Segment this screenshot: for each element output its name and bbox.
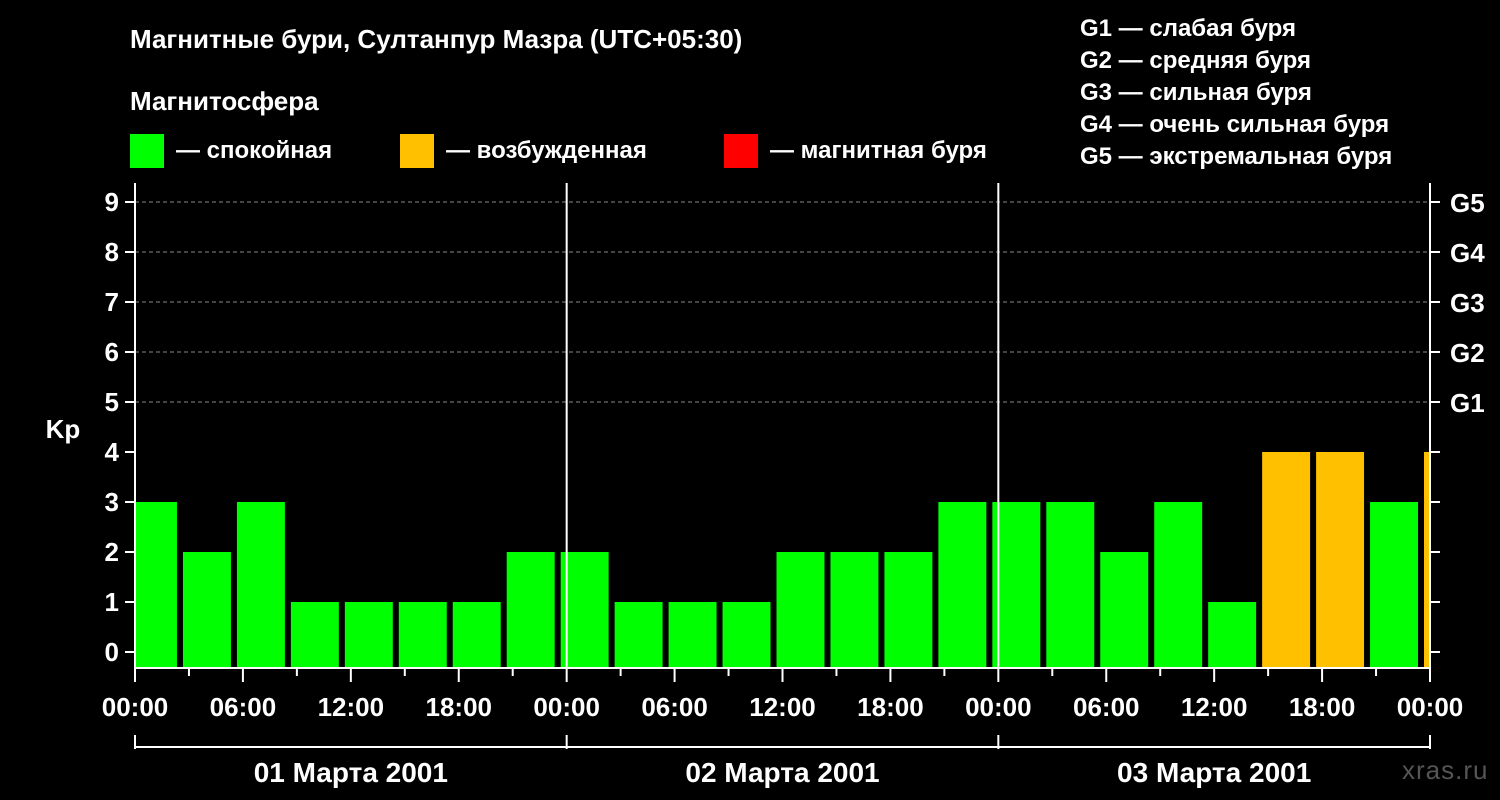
kp-bar [1046, 502, 1095, 668]
g-level-label: G1 [1450, 388, 1485, 418]
x-tick-label: 18:00 [857, 692, 924, 722]
kp-bar [722, 602, 771, 668]
kp-bar [830, 552, 879, 668]
kp-bar [1424, 452, 1429, 668]
x-tick-label: 00:00 [965, 692, 1032, 722]
y-tick-label: 2 [105, 537, 119, 567]
day-label: 02 Марта 2001 [685, 757, 879, 788]
x-tick-label: 12:00 [1181, 692, 1248, 722]
y-tick-label: 8 [105, 237, 119, 267]
kp-bar [614, 602, 663, 668]
y-axis-label: Kp [46, 414, 81, 444]
x-tick-label: 06:00 [641, 692, 708, 722]
kp-bar [992, 502, 1041, 668]
kp-bar [938, 502, 987, 668]
kp-bar [290, 602, 339, 668]
y-tick-label: 9 [105, 187, 119, 217]
x-tick-label: 18:00 [426, 692, 493, 722]
kp-bar [776, 552, 825, 668]
x-tick-label: 00:00 [1397, 692, 1464, 722]
kp-bar [136, 502, 177, 668]
x-tick-label: 12:00 [318, 692, 385, 722]
x-tick-label: 06:00 [210, 692, 277, 722]
kp-bar [398, 602, 447, 668]
y-tick-label: 7 [105, 287, 119, 317]
x-tick-label: 00:00 [533, 692, 600, 722]
day-label: 03 Марта 2001 [1117, 757, 1311, 788]
kp-bar [1154, 502, 1203, 668]
g-level-label: G5 [1450, 188, 1485, 218]
y-tick-label: 3 [105, 487, 119, 517]
kp-bar [668, 602, 717, 668]
x-tick-label: 12:00 [749, 692, 816, 722]
kp-bar [236, 502, 285, 668]
g-level-label: G4 [1450, 238, 1485, 268]
g-level-label: G2 [1450, 338, 1485, 368]
kp-bar [344, 602, 393, 668]
kp-bar [560, 552, 609, 668]
g-level-label: G3 [1450, 288, 1485, 318]
kp-bar [1208, 602, 1257, 668]
kp-bar [1316, 452, 1365, 668]
kp-bar [182, 552, 231, 668]
kp-bar [506, 552, 555, 668]
kp-chart: 0 1 2 3 4 5 6 7 8 9 G1 G2 G3 G4 G5 Kp 00:00 06:00 12:00 18:… [46, 183, 1485, 788]
y-tick-label: 5 [105, 387, 119, 417]
day-label: 01 Марта 2001 [254, 757, 448, 788]
x-tick-label: 18:00 [1289, 692, 1356, 722]
x-tick-label: 00:00 [102, 692, 169, 722]
y-tick-label: 4 [105, 437, 120, 467]
kp-bar [1100, 552, 1149, 668]
y-tick-label: 1 [105, 587, 119, 617]
kp-bar [452, 602, 501, 668]
kp-bar [1370, 502, 1419, 668]
y-tick-label: 0 [105, 637, 119, 667]
kp-bar [1262, 452, 1311, 668]
x-tick-label: 06:00 [1073, 692, 1140, 722]
y-tick-label: 6 [105, 337, 119, 367]
kp-bar [884, 552, 933, 668]
